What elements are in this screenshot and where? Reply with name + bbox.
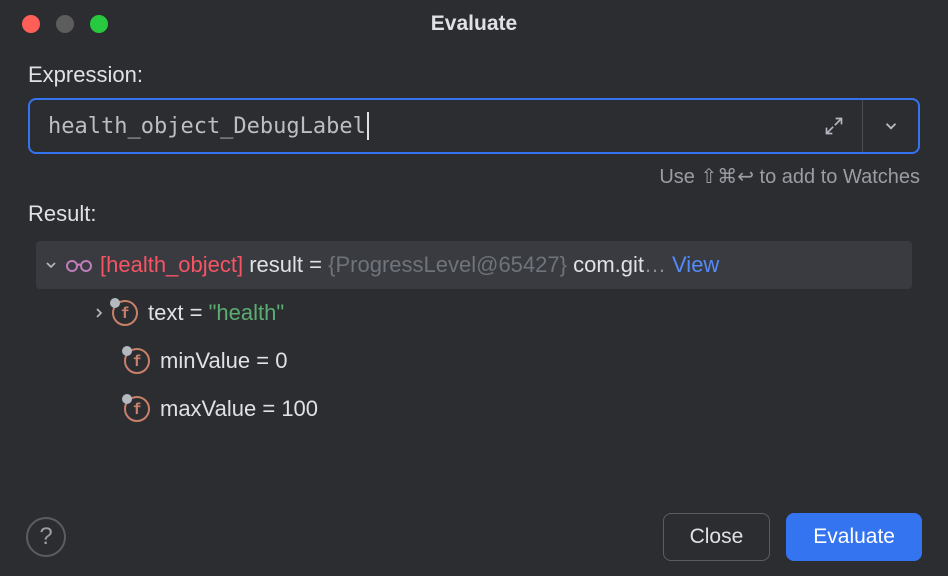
window-controls xyxy=(0,15,108,33)
expression-input-text: health_object_DebugLabel xyxy=(48,114,366,139)
titlebar: Evaluate xyxy=(0,0,948,48)
minimize-window-button[interactable] xyxy=(56,15,74,33)
expand-icon[interactable] xyxy=(806,100,862,152)
chevron-down-icon[interactable] xyxy=(38,257,64,273)
field-value: 0 xyxy=(275,348,287,374)
field-value: "health" xyxy=(209,300,285,326)
result-label: Result: xyxy=(28,201,920,227)
result-tree: [health_object] result = {ProgressLevel@… xyxy=(28,237,920,451)
equals-sign: = xyxy=(309,252,322,278)
tree-row-text[interactable]: f text = "health" xyxy=(28,289,920,337)
field-name: text xyxy=(148,300,183,326)
type-value: {ProgressLevel@65427} xyxy=(328,252,567,278)
tree-row-minvalue[interactable]: f minValue = 0 xyxy=(28,337,920,385)
variable-name: result xyxy=(249,252,303,278)
equals-sign: = xyxy=(262,396,275,422)
close-button[interactable]: Close xyxy=(663,513,771,561)
field-value: 100 xyxy=(281,396,318,422)
expression-input[interactable]: health_object_DebugLabel xyxy=(30,100,806,152)
expression-label: Expression: xyxy=(28,62,920,88)
window-title: Evaluate xyxy=(0,12,948,36)
tree-row-root[interactable]: [health_object] result = {ProgressLevel@… xyxy=(36,241,912,289)
glasses-icon xyxy=(64,256,94,274)
debug-label-name: [health_object] xyxy=(100,252,243,278)
equals-sign: = xyxy=(190,300,203,326)
dialog-footer: ? Close Evaluate xyxy=(0,498,948,576)
field-icon: f xyxy=(124,396,150,422)
evaluate-button[interactable]: Evaluate xyxy=(786,513,922,561)
package-name: com.git xyxy=(573,252,644,278)
tree-row-maxvalue[interactable]: f maxValue = 100 xyxy=(28,385,920,433)
view-link[interactable]: View xyxy=(672,252,719,278)
shortcut-hint: Use ⇧⌘↩ to add to Watches xyxy=(28,164,920,189)
field-name: maxValue xyxy=(160,396,256,422)
close-window-button[interactable] xyxy=(22,15,40,33)
maximize-window-button[interactable] xyxy=(90,15,108,33)
text-caret xyxy=(367,112,369,140)
field-icon: f xyxy=(124,348,150,374)
field-icon: f xyxy=(112,300,138,326)
history-dropdown-button[interactable] xyxy=(862,100,918,152)
expression-field-container: health_object_DebugLabel xyxy=(28,98,920,154)
chevron-right-icon[interactable] xyxy=(86,305,112,321)
field-name: minValue xyxy=(160,348,250,374)
equals-sign: = xyxy=(256,348,269,374)
ellipsis: … xyxy=(644,252,666,278)
help-button[interactable]: ? xyxy=(26,517,66,557)
